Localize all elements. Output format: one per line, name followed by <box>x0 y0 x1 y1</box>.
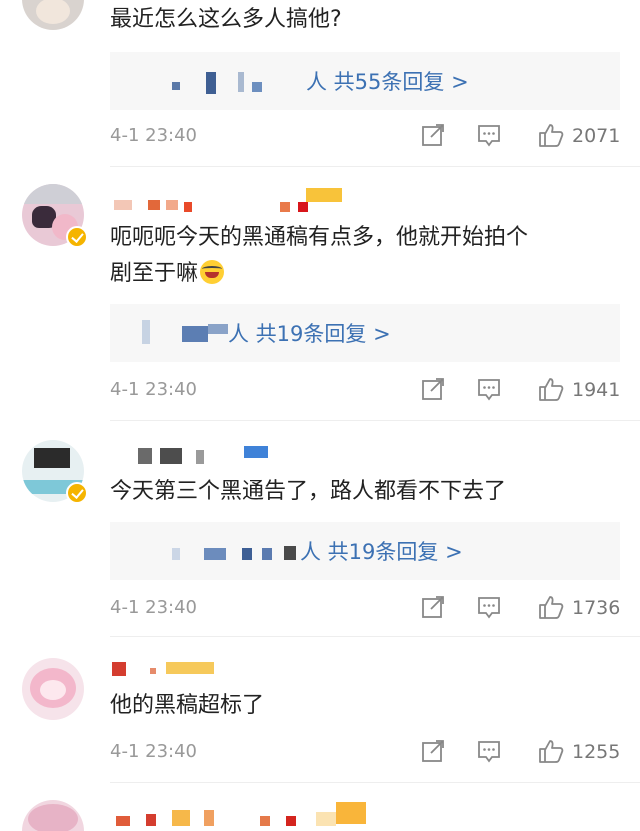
comment-icon[interactable] <box>476 376 502 402</box>
reply-link[interactable]: 人 共19条回复 > <box>300 536 463 566</box>
divider <box>110 166 640 167</box>
like-count: 1941 <box>572 379 621 401</box>
reply-box[interactable]: 人 共55条回复 > <box>110 52 620 110</box>
comment-time: 4-1 23:40 <box>110 741 197 762</box>
divider <box>110 782 640 783</box>
comment-text-line-1: 呃呃呃今天的黑通稿有点多，他就开始拍个 <box>110 225 529 250</box>
comment-meta: 4-1 23:40 2071 <box>110 122 620 152</box>
username-blurred[interactable] <box>110 446 280 466</box>
laughing-emoji-icon <box>200 260 225 284</box>
divider <box>110 636 640 637</box>
comment-meta: 4-1 23:40 1255 <box>110 738 620 768</box>
comment-text: 今天第三个黑通告了，路人都看不下去了 <box>110 479 507 504</box>
reply-box[interactable]: 人 共19条回复 > <box>110 304 620 362</box>
reply-link[interactable]: 人 共55条回复 > <box>306 66 469 96</box>
share-icon[interactable] <box>420 122 446 148</box>
avatar[interactable] <box>22 658 84 720</box>
like-count: 2071 <box>572 125 621 147</box>
avatar[interactable] <box>22 0 84 30</box>
comment-text: 呃呃呃今天的黑通稿有点多，他就开始拍个 剧至于嘛 <box>110 220 630 292</box>
thumbs-up-icon[interactable] <box>538 738 564 764</box>
comment-text-line-2: 剧至于嘛 <box>110 256 630 292</box>
share-icon[interactable] <box>420 738 446 764</box>
comment-icon[interactable] <box>476 594 502 620</box>
comment-text-line-2-text: 剧至于嘛 <box>110 261 199 286</box>
comment-text: 他的黑稿超标了 <box>110 693 265 718</box>
username-blurred[interactable] <box>110 802 400 826</box>
reply-link[interactable]: 人 共19条回复 > <box>228 318 391 348</box>
share-icon[interactable] <box>420 594 446 620</box>
comment-time: 4-1 23:40 <box>110 125 197 146</box>
verified-badge-icon <box>66 482 88 504</box>
avatar[interactable] <box>22 800 84 831</box>
thumbs-up-icon[interactable] <box>538 122 564 148</box>
comment-text: 最近怎么这么多人搞他? <box>110 7 342 32</box>
username-blurred[interactable] <box>110 660 230 680</box>
reply-box[interactable]: 人 共19条回复 > <box>110 522 620 580</box>
comment-time: 4-1 23:40 <box>110 379 197 400</box>
like-count: 1736 <box>572 597 621 619</box>
comment-meta: 4-1 23:40 1736 <box>110 594 620 624</box>
verified-badge-icon <box>66 226 88 248</box>
divider <box>110 420 640 421</box>
comment-icon[interactable] <box>476 122 502 148</box>
comment-icon[interactable] <box>476 738 502 764</box>
comment-time: 4-1 23:40 <box>110 597 197 618</box>
thumbs-up-icon[interactable] <box>538 594 564 620</box>
comment-meta: 4-1 23:40 1941 <box>110 376 620 406</box>
share-icon[interactable] <box>420 376 446 402</box>
username-blurred[interactable] <box>110 188 360 216</box>
thumbs-up-icon[interactable] <box>538 376 564 402</box>
like-count: 1255 <box>572 741 621 763</box>
